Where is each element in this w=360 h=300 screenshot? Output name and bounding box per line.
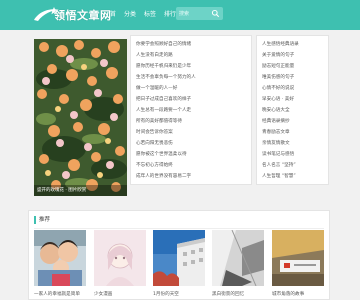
nav-item-home[interactable]: 首: [110, 9, 116, 18]
building-sky: [153, 230, 205, 286]
list-item[interactable]: 生活不会辜负每一个努力的人: [136, 75, 196, 81]
list-item[interactable]: 人生没有白走的路: [136, 53, 173, 59]
list-item[interactable]: 亲情友情散文: [262, 141, 290, 147]
thumbnail-caption[interactable]: 一家人的幸福就是简单: [34, 291, 80, 297]
list-item[interactable]: 人生哲理 “智慧”: [262, 174, 296, 180]
list-item[interactable]: 关于爱情的句子: [262, 53, 294, 59]
list-item[interactable]: 把日子过成自己喜欢的样子: [136, 97, 191, 103]
list-item[interactable]: 所有的美好都值得等待: [136, 119, 182, 125]
nav-item-ranking[interactable]: 排行: [164, 9, 176, 18]
thumbnail-girl-sketch[interactable]: [94, 230, 146, 286]
search-box: [176, 7, 223, 20]
list-item[interactable]: 人生总有一段路要一个人走: [136, 108, 191, 114]
thumbnail-caption[interactable]: 1月份的天空: [153, 291, 179, 297]
search-icon[interactable]: [211, 9, 220, 18]
site-logo[interactable]: 领悟文章网: [32, 4, 112, 26]
search-input[interactable]: [179, 9, 209, 18]
list-item[interactable]: 愿你被这个世界温柔以待: [136, 152, 187, 158]
list-item[interactable]: 名人名言 “坚持”: [262, 163, 296, 169]
thumbnail-building[interactable]: [153, 230, 205, 286]
logo-text: 领悟文章网: [54, 9, 112, 22]
thumbnail-caption[interactable]: 城市角落的故事: [272, 291, 304, 297]
list-item[interactable]: 唯美伤感的句子: [262, 75, 294, 81]
list-item[interactable]: 成年人的世界没有容易二字: [136, 174, 191, 180]
list-item[interactable]: 人生感悟经典语录: [262, 42, 299, 48]
wall-sign: [272, 230, 324, 286]
family-photo: [34, 230, 86, 286]
list-item[interactable]: 时间会告诉你答案: [136, 130, 173, 136]
list-item[interactable]: 不忘初心方得始终: [136, 163, 173, 169]
list-item[interactable]: 晚安心语大全: [262, 108, 290, 114]
panel-accent-bar: [34, 216, 36, 224]
thumbnail-caption[interactable]: 少女漫画: [94, 291, 112, 297]
thumbnail-caption[interactable]: 黑白街景的回忆: [212, 291, 244, 297]
list-item[interactable]: 青春励志文章: [262, 130, 290, 136]
nav-item-tags[interactable]: 标签: [144, 9, 156, 18]
site-header: 领悟文章网 首 分类 标签 排行 关于: [0, 0, 360, 30]
list-item[interactable]: 读书笔记与感悟: [262, 152, 294, 158]
rose-bush-photo: [34, 39, 127, 196]
list-item[interactable]: 励志短句正能量: [262, 64, 294, 70]
nav-item-category[interactable]: 分类: [124, 9, 136, 18]
list-item[interactable]: 经典语录摘抄: [262, 119, 290, 125]
panel-title: 推荐: [39, 217, 51, 223]
bw-street: [212, 230, 264, 286]
thumbnail-wall[interactable]: [272, 230, 324, 286]
thumbnail-street[interactable]: [212, 230, 264, 286]
list-item[interactable]: 心情不好的说说: [262, 86, 294, 92]
panel-divider: [34, 228, 324, 229]
girl-sketch: [94, 230, 146, 286]
list-item[interactable]: 你要学会照顾好自己的情绪: [136, 42, 191, 48]
article-list-middle: 你要学会照顾好自己的情绪 人生没有白走的路 愿你历经千帆归来仍是少年 生活不会辜…: [130, 35, 252, 185]
thumbnail-family[interactable]: [34, 230, 86, 286]
article-list-right: 人生感悟经典语录 关于爱情的句子 励志短句正能量 唯美伤感的句子 心情不好的说说…: [256, 35, 329, 185]
list-item[interactable]: 早安心语 · 美好: [262, 97, 294, 103]
featured-image[interactable]: 盛开的玫瑰花 · 图片欣赏: [34, 39, 127, 196]
list-item[interactable]: 心若向阳无畏悲伤: [136, 141, 173, 147]
list-item[interactable]: 做一个温暖的人—好: [136, 86, 177, 92]
list-item[interactable]: 愿你历经千帆归来仍是少年: [136, 64, 191, 70]
featured-image-caption[interactable]: 盛开的玫瑰花 · 图片欣赏: [34, 185, 127, 196]
